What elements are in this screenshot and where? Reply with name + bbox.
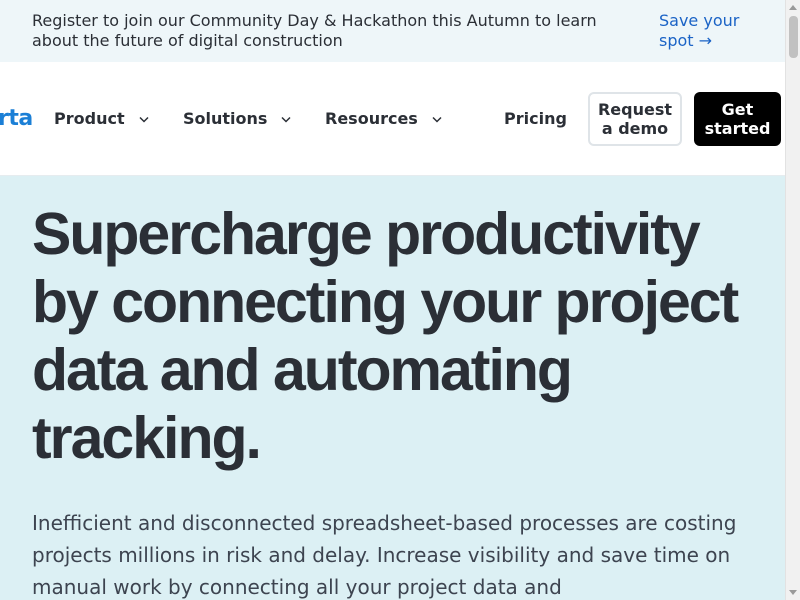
scroll-down-arrow-icon[interactable] <box>789 590 797 595</box>
request-demo-button[interactable]: Request a demo <box>588 92 682 146</box>
nav-solutions[interactable]: Solutions <box>183 108 293 130</box>
site-header: rta Product Solutions Resources Pricing … <box>0 62 785 176</box>
announcement-text: Register to join our Community Day & Hac… <box>32 11 597 50</box>
chevron-down-icon <box>432 116 442 123</box>
scroll-up-arrow-icon[interactable] <box>789 5 797 10</box>
nav-resources[interactable]: Resources <box>325 108 444 130</box>
get-started-button[interactable]: Get started <box>694 92 781 146</box>
announcement-bar: Register to join our Community Day & Hac… <box>0 0 785 62</box>
nav-product[interactable]: Product <box>54 108 151 130</box>
nav-solutions-label: Solutions <box>183 109 268 128</box>
hero-section: Supercharge productivity by connecting y… <box>0 176 785 600</box>
nav-pricing-label: Pricing <box>504 109 567 128</box>
hero-subtitle: Inefficient and disconnected spreadsheet… <box>32 511 737 599</box>
chevron-down-icon <box>139 116 149 123</box>
hero-title: Supercharge productivity by connecting y… <box>32 201 739 471</box>
scrollbar-thumb[interactable] <box>789 16 798 58</box>
nav-resources-label: Resources <box>325 109 418 128</box>
save-your-spot-link[interactable]: Save your spot → <box>659 11 769 50</box>
chevron-down-icon <box>281 116 291 123</box>
page-scrollbar[interactable] <box>785 0 800 600</box>
nav-pricing[interactable]: Pricing <box>504 108 567 130</box>
nav-product-label: Product <box>54 109 125 128</box>
logo[interactable]: rta <box>0 106 33 132</box>
